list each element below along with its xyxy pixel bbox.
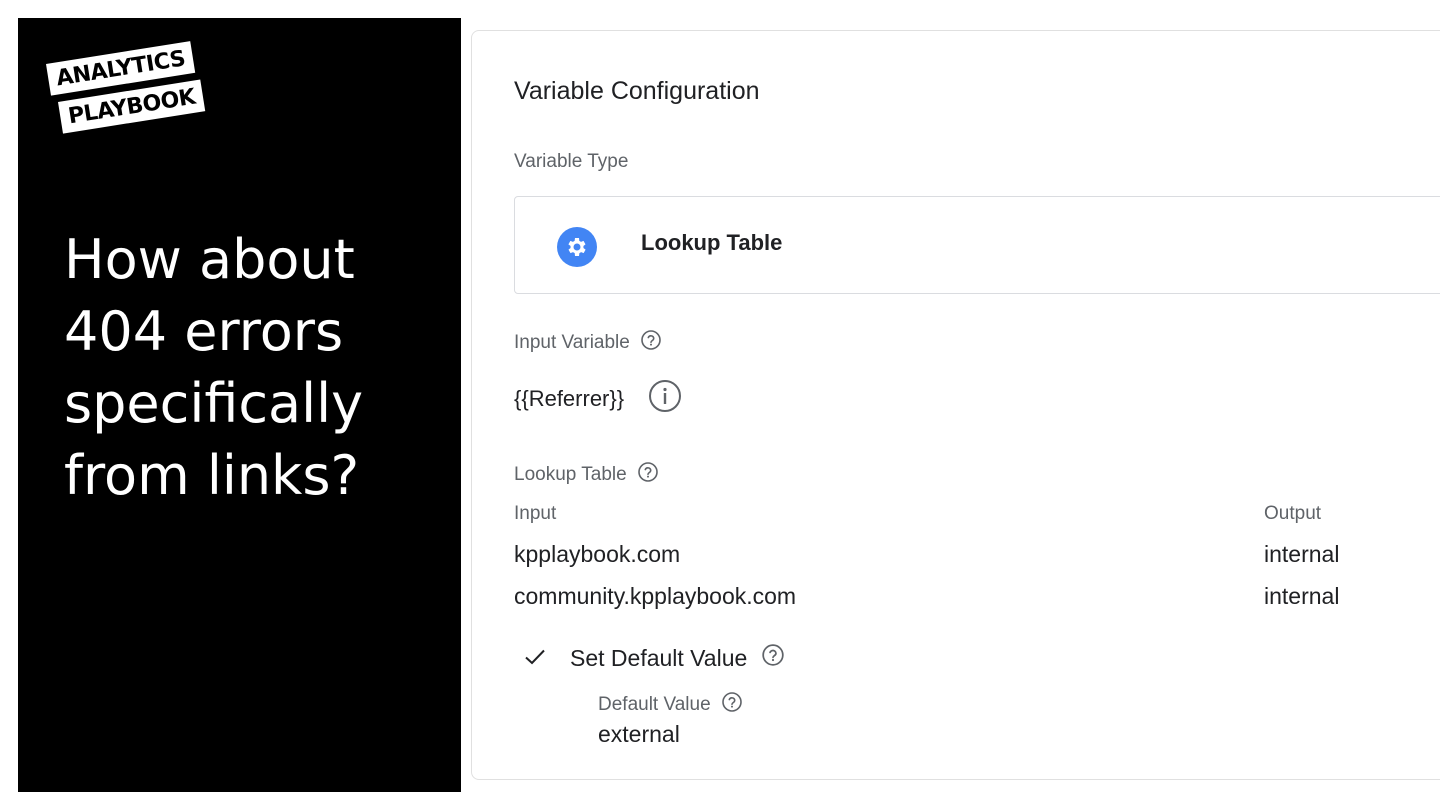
lookup-row-1-output[interactable]: internal	[1264, 541, 1339, 568]
headline-line-3: specifically	[64, 372, 364, 435]
lookup-row-2-input[interactable]: community.kpplaybook.com	[514, 583, 796, 610]
info-icon[interactable]	[648, 379, 682, 419]
slide-frame: ANALYTICS PLAYBOOK How about 404 errors …	[18, 18, 1440, 792]
screenshot-panel: Variable Configuration Variable Type Loo…	[461, 18, 1440, 792]
slide-headline: How about 404 errors specifically from l…	[64, 224, 444, 512]
default-value-row: Default Value	[598, 691, 743, 719]
check-icon[interactable]	[524, 645, 546, 672]
default-value-field[interactable]: external	[598, 721, 680, 748]
set-default-value-row[interactable]: Set Default Value	[524, 643, 785, 673]
input-variable-label: Input Variable	[514, 332, 630, 353]
input-variable-value: {{Referrer}}	[514, 386, 625, 411]
input-variable-row: Input Variable	[514, 329, 662, 357]
help-icon[interactable]	[637, 461, 659, 489]
lookup-table-label: Lookup Table	[514, 464, 627, 485]
lookup-column-input: Input	[514, 503, 557, 524]
set-default-value-label: Set Default Value	[570, 644, 748, 671]
variable-configuration-card: Variable Configuration Variable Type Loo…	[471, 30, 1440, 780]
input-variable-field[interactable]: {{Referrer}}	[514, 379, 682, 419]
variable-type-selector[interactable]: Lookup Table	[514, 196, 1440, 294]
headline-line-1: How about	[64, 228, 355, 291]
help-icon[interactable]	[721, 691, 743, 719]
lookup-table-row: Lookup Table	[514, 461, 659, 489]
variable-type-label: Variable Type	[514, 151, 629, 172]
headline-line-4: from links?	[64, 444, 360, 507]
card-title: Variable Configuration	[514, 77, 760, 105]
slide-left-pane: ANALYTICS PLAYBOOK How about 404 errors …	[18, 18, 460, 792]
lookup-row-1-input[interactable]: kpplaybook.com	[514, 541, 680, 568]
help-icon[interactable]	[761, 643, 785, 673]
help-icon[interactable]	[640, 329, 662, 357]
variable-type-name: Lookup Table	[641, 230, 783, 255]
lookup-row-2-output[interactable]: internal	[1264, 583, 1339, 610]
gear-icon	[557, 227, 597, 267]
analytics-playbook-logo: ANALYTICS PLAYBOOK	[46, 41, 206, 158]
default-value-label: Default Value	[598, 694, 711, 715]
headline-line-2: 404 errors	[64, 300, 344, 363]
lookup-column-output: Output	[1264, 503, 1322, 524]
